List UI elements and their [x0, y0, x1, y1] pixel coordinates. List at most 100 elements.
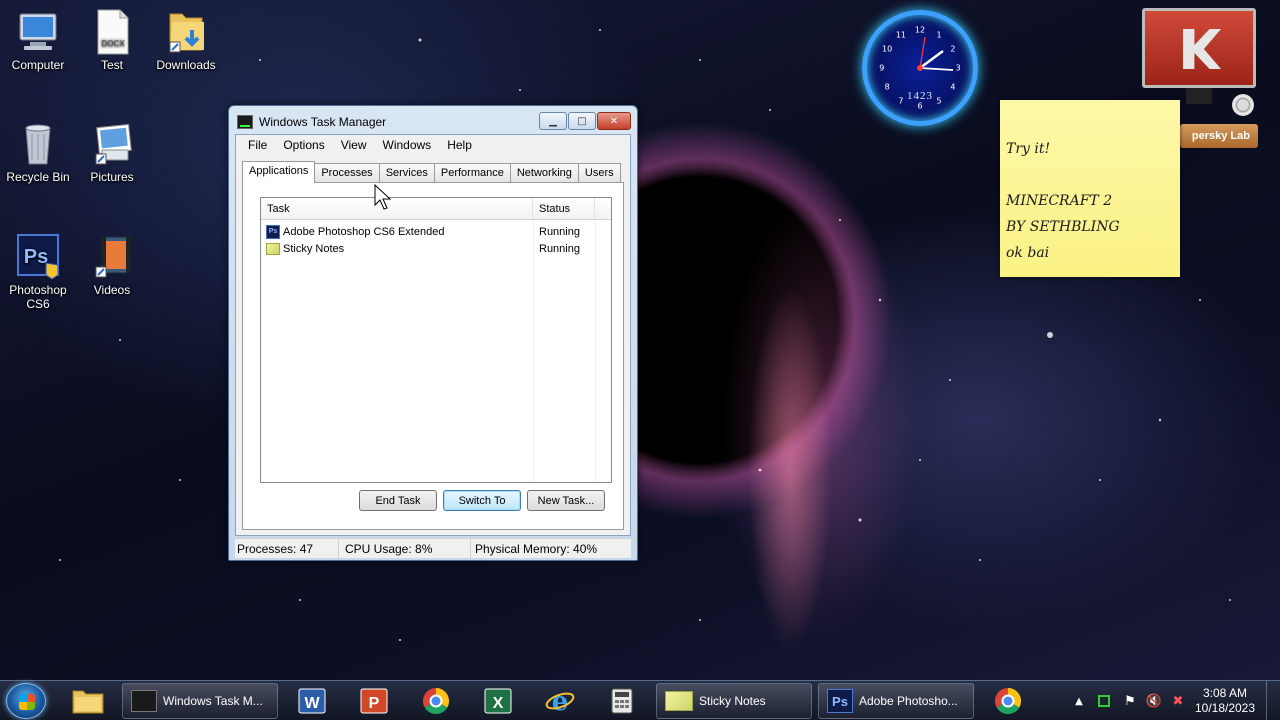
status-cell: Running: [539, 242, 580, 255]
title-bar[interactable]: Windows Task Manager: [237, 112, 517, 132]
new-task-button[interactable]: New Task...: [527, 490, 605, 511]
window-body: File Options View Windows Help Applicati…: [235, 134, 631, 536]
task-list[interactable]: Task Status Ps Adobe Photoshop CS6 Exten…: [260, 197, 612, 483]
desktop-icon-label: Pictures: [90, 170, 134, 184]
taskbar-photoshop[interactable]: Ps Adobe Photosho...: [818, 683, 974, 719]
sticky-notes-icon: [665, 691, 693, 711]
desktop-icon-photoshop[interactable]: Ps Photoshop CS6: [0, 233, 76, 311]
tab-services[interactable]: Services: [378, 163, 435, 182]
start-button[interactable]: [6, 683, 46, 719]
menu-file[interactable]: File: [240, 138, 275, 152]
calculator-taskbar-button[interactable]: [602, 685, 642, 717]
powerpoint-icon: P: [360, 688, 388, 714]
tab-applications[interactable]: Applications: [242, 161, 316, 183]
chrome-taskbar-button[interactable]: [988, 685, 1028, 717]
chrome-taskbar-button[interactable]: [416, 685, 456, 717]
task-manager-icon: [237, 115, 253, 129]
svg-text:X: X: [493, 695, 504, 712]
desktop-icon-pictures[interactable]: Pictures: [74, 120, 150, 184]
tab-users[interactable]: Users: [577, 163, 621, 182]
photoshop-icon: Ps: [14, 233, 62, 281]
status-processes: Processes: 47: [235, 539, 339, 558]
task-name: Adobe Photoshop CS6 Extended: [283, 225, 445, 238]
task-manager-window[interactable]: Windows Task Manager ▁ □ ✕ File Options …: [228, 105, 638, 561]
menu-help[interactable]: Help: [439, 138, 480, 152]
desktop-icon-videos[interactable]: Videos: [74, 233, 150, 297]
task-manager-icon: [131, 690, 157, 712]
word-icon: W: [298, 688, 326, 714]
taskbar-clock[interactable]: 3:08 AM 10/18/2023: [1190, 686, 1260, 716]
end-task-button[interactable]: End Task: [359, 490, 437, 511]
column-separator: [595, 220, 596, 482]
desktop-icon-downloads[interactable]: Downloads: [148, 8, 224, 72]
minimize-button[interactable]: ▁: [539, 112, 567, 130]
sticky-notes-icon: [266, 242, 280, 255]
photoshop-icon: Ps: [266, 224, 280, 239]
taskbar-sticky-notes[interactable]: Sticky Notes: [656, 683, 812, 719]
status-cell: Running: [539, 225, 580, 238]
minimize-icon: ▁: [549, 115, 557, 127]
internet-explorer-taskbar-button[interactable]: e: [540, 685, 580, 717]
clock-digital-readout: 1423: [907, 89, 933, 102]
desktop-icon-test[interactable]: DOCX Test: [74, 8, 150, 72]
kaspersky-label: persky Lab: [1180, 124, 1258, 148]
mouse-cursor-icon: [374, 184, 392, 210]
column-header-status[interactable]: Status: [533, 198, 595, 219]
clock-hands: [917, 36, 954, 71]
internet-explorer-icon: e: [545, 687, 575, 716]
sticky-note[interactable]: Try it! MINECRAFT 2 BY SETHBLING ok bai: [1000, 100, 1180, 277]
action-center-icon[interactable]: ⚑: [1118, 694, 1142, 709]
table-row[interactable]: Ps Adobe Photoshop CS6 Extended Running: [261, 223, 611, 240]
desktop-icon-recycle-bin[interactable]: Recycle Bin: [0, 120, 76, 184]
applications-panel: Task Status Ps Adobe Photoshop CS6 Exten…: [242, 182, 624, 530]
table-row[interactable]: Sticky Notes Running: [261, 240, 611, 257]
taskbar-task-manager[interactable]: Windows Task M...: [122, 683, 278, 719]
network-disconnected-icon[interactable]: ✖: [1166, 694, 1190, 709]
kaspersky-tray-icon[interactable]: [1098, 695, 1110, 707]
svg-text:P: P: [369, 695, 380, 712]
svg-text:e: e: [552, 687, 569, 716]
show-hidden-icons-icon[interactable]: ▲: [1068, 696, 1090, 707]
pictures-icon: [88, 120, 136, 168]
desktop-icon-computer[interactable]: Computer: [0, 8, 76, 72]
list-header: Task Status: [261, 198, 611, 220]
task-cell: Ps Adobe Photoshop CS6 Extended: [261, 224, 533, 239]
taskbar-button-label: Sticky Notes: [699, 694, 766, 708]
switch-to-button[interactable]: Switch To: [443, 490, 521, 511]
word-taskbar-button[interactable]: W: [292, 685, 332, 717]
clock-gadget[interactable]: 12 1 2 3 4 5 6 7 8 9 10 11 1423: [862, 10, 978, 126]
maximize-button[interactable]: □: [568, 112, 596, 130]
explorer-taskbar-button[interactable]: [68, 685, 108, 717]
maximize-icon: □: [577, 115, 587, 127]
menu-options[interactable]: Options: [275, 138, 332, 152]
tab-processes[interactable]: Processes: [314, 163, 380, 182]
powerpoint-taskbar-button[interactable]: P: [354, 685, 394, 717]
chrome-icon: [422, 687, 450, 715]
status-bar: Processes: 47 CPU Usage: 8% Physical Mem…: [235, 538, 631, 558]
window-title: Windows Task Manager: [259, 115, 387, 129]
menu-view[interactable]: View: [333, 138, 375, 152]
show-desktop-button[interactable]: [1266, 681, 1280, 720]
taskbar-button-label: Windows Task M...: [163, 694, 263, 708]
desktop-icon-label: Test: [100, 58, 123, 72]
tab-networking[interactable]: Networking: [509, 163, 579, 182]
desktop-icon-label: Downloads: [156, 58, 216, 72]
excel-taskbar-button[interactable]: X: [478, 685, 518, 717]
column-separator: [533, 220, 534, 482]
videos-icon: [88, 233, 136, 281]
close-button[interactable]: ✕: [597, 112, 631, 130]
kaspersky-logo-icon: [1183, 29, 1221, 69]
svg-text:W: W: [304, 695, 320, 712]
menu-windows[interactable]: Windows: [375, 138, 440, 152]
column-header-task[interactable]: Task: [261, 198, 533, 219]
photoshop-icon: Ps: [827, 689, 853, 713]
task-cell: Sticky Notes: [261, 242, 533, 255]
kaspersky-stand: [1186, 88, 1212, 104]
tab-performance[interactable]: Performance: [433, 163, 511, 182]
volume-muted-icon[interactable]: 🔇: [1142, 694, 1166, 709]
excel-icon: X: [484, 688, 512, 714]
calculator-icon: [611, 688, 633, 714]
gear-icon[interactable]: [1232, 94, 1254, 116]
folder-icon: [72, 690, 104, 714]
taskbar-time: 3:08 AM: [1202, 686, 1248, 700]
